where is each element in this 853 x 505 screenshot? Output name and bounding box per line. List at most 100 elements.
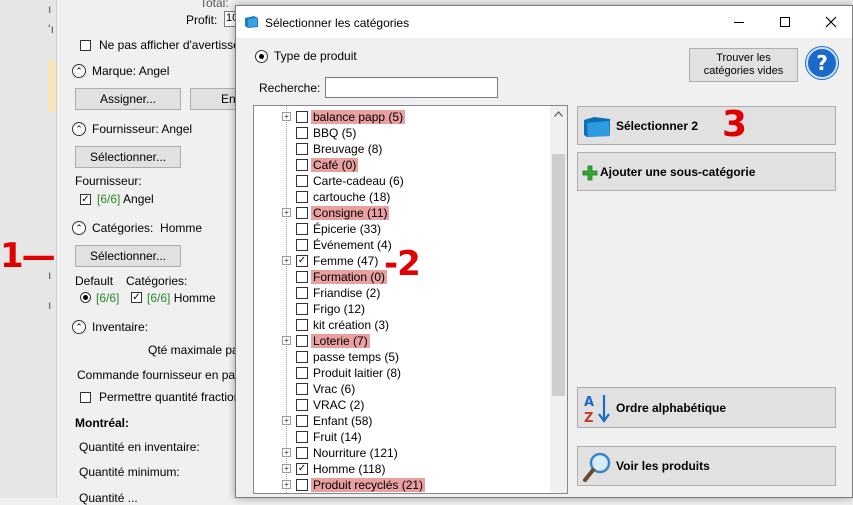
tree-item-checkbox[interactable] <box>296 207 308 219</box>
select-button[interactable]: Sélectionner 2 <box>577 106 836 145</box>
tree-item-checkbox[interactable] <box>296 303 308 315</box>
scroll-up-icon[interactable] <box>554 111 563 117</box>
tree-item-checkbox[interactable] <box>296 431 308 443</box>
annotation-1: 1— <box>0 236 56 276</box>
svg-text:Z: Z <box>584 411 593 425</box>
tree-item-label: Consigne (11) <box>311 206 390 220</box>
category-tree[interactable]: + balance papp (5) BBQ (5) Breuvage (8) Café… <box>253 105 568 494</box>
view-products-button[interactable]: Voir les produits <box>577 446 836 486</box>
category-checkbox[interactable]: ✓ <box>131 292 142 303</box>
product-type-label: Type de produit <box>274 49 357 63</box>
categories-header: Catégories: Homme <box>92 221 203 235</box>
view-products-label: Voir les produits <box>616 459 710 473</box>
tree-item[interactable]: Épicerie (33) <box>254 221 544 237</box>
magnifier-icon <box>583 452 611 482</box>
fractional-label: Permettre quantité fractionne <box>99 390 254 404</box>
help-button[interactable]: ? <box>806 47 838 79</box>
tree-item-checkbox[interactable] <box>296 271 308 283</box>
inventory-collapse-icon[interactable]: ⌃ <box>72 320 86 334</box>
assign-button[interactable]: Assigner... <box>75 88 181 110</box>
tree-item-checkbox[interactable] <box>296 223 308 235</box>
tree-scrollbar[interactable] <box>550 106 567 493</box>
partial-button[interactable]: En <box>190 88 238 110</box>
close-button[interactable] <box>808 6 853 38</box>
tree-item-checkbox[interactable] <box>296 175 308 187</box>
expand-icon[interactable]: + <box>282 112 291 121</box>
tree-item[interactable]: + balance papp (5) <box>254 109 544 125</box>
expand-icon[interactable]: + <box>282 464 291 473</box>
tree-item[interactable]: + Loterie (7) <box>254 333 544 349</box>
find-empty-categories-button[interactable]: Trouver les catégories vides <box>689 48 798 82</box>
expand-icon[interactable]: + <box>282 256 291 265</box>
tree-item[interactable]: Café (0) <box>254 157 544 173</box>
tree-item[interactable]: cartouche (18) <box>254 189 544 205</box>
tree-item-checkbox[interactable] <box>296 367 308 379</box>
tree-item-checkbox[interactable] <box>296 239 308 251</box>
select-supplier-button[interactable]: Sélectionner... <box>75 146 181 168</box>
expand-icon[interactable]: + <box>282 416 291 425</box>
add-subcategory-button[interactable]: Ajouter une sous-catégorie <box>577 152 836 191</box>
tree-item-checkbox[interactable] <box>296 127 308 139</box>
default-radio[interactable] <box>80 292 91 303</box>
min-qty-label: Quantité minimum: <box>79 465 180 479</box>
tree-item-checkbox[interactable]: ✓ <box>296 463 308 475</box>
tree-item[interactable]: Carte-cadeau (6) <box>254 173 544 189</box>
expand-icon[interactable]: + <box>282 336 291 345</box>
search-input[interactable] <box>325 77 498 98</box>
tree-item[interactable]: Breuvage (8) <box>254 141 544 157</box>
tree-item-checkbox[interactable] <box>296 447 308 459</box>
help-icon: ? <box>816 51 828 75</box>
tree-item-checkbox[interactable] <box>296 111 308 123</box>
tree-item-checkbox[interactable] <box>296 479 308 491</box>
tree-item[interactable]: Vrac (6) <box>254 381 544 397</box>
tree-item-checkbox[interactable] <box>296 143 308 155</box>
tree-item-checkbox[interactable] <box>296 335 308 347</box>
tree-item-label: balance papp (5) <box>311 110 406 124</box>
brand-collapse-icon[interactable]: ⌃ <box>72 64 86 78</box>
supplier-checkbox[interactable]: ✓ <box>80 194 91 205</box>
tree-item-checkbox[interactable] <box>296 351 308 363</box>
tree-item[interactable]: Frigo (12) <box>254 301 544 317</box>
tree-item[interactable]: Friandise (2) <box>254 285 544 301</box>
no-warning-checkbox[interactable] <box>80 40 91 51</box>
edge-fragment: ʻı <box>48 22 54 36</box>
default-label: Default <box>75 274 114 288</box>
expand-icon[interactable]: + <box>282 448 291 457</box>
tree-item-checkbox[interactable] <box>296 319 308 331</box>
tree-item[interactable]: + Produit recyclés (21) <box>254 477 544 493</box>
supplier-collapse-icon[interactable]: ⌃ <box>72 122 86 136</box>
tree-item-label: Nourriture (121) <box>313 446 398 460</box>
minimize-button[interactable] <box>716 6 762 38</box>
alphabetical-order-button[interactable]: AZ Ordre alphabétique <box>577 387 836 428</box>
tree-item-checkbox[interactable] <box>296 159 308 171</box>
find-empty-label: Trouver les catégories vides <box>703 52 784 77</box>
tree-item-checkbox[interactable] <box>296 399 308 411</box>
tree-item-checkbox[interactable] <box>296 287 308 299</box>
tree-item-label: cartouche (18) <box>313 190 391 204</box>
tree-item[interactable]: kit création (3) <box>254 317 544 333</box>
tree-item[interactable]: + Consigne (11) <box>254 205 544 221</box>
tree-item-label: Vrac (6) <box>313 382 356 396</box>
tree-item-checkbox[interactable] <box>296 191 308 203</box>
tree-item-label: Café (0) <box>311 158 359 172</box>
tree-item-label: Produit laitier (8) <box>313 366 402 380</box>
tree-item[interactable]: + Nourriture (121) <box>254 445 544 461</box>
product-type-radio[interactable] <box>255 50 268 63</box>
tree-item[interactable]: + ✓ Homme (118) <box>254 461 544 477</box>
tree-item-checkbox[interactable]: ✓ <box>296 255 308 267</box>
expand-icon[interactable]: + <box>282 480 291 489</box>
tree-item[interactable]: Fruit (14) <box>254 429 544 445</box>
tree-item[interactable]: BBQ (5) <box>254 125 544 141</box>
tree-item-checkbox[interactable] <box>296 415 308 427</box>
tree-item[interactable]: VRAC (2) <box>254 397 544 413</box>
expand-icon[interactable]: + <box>282 208 291 217</box>
tree-item-checkbox[interactable] <box>296 383 308 395</box>
tree-item[interactable]: Produit laitier (8) <box>254 365 544 381</box>
categories-collapse-icon[interactable]: ⌃ <box>72 221 86 235</box>
tree-item[interactable]: passe temps (5) <box>254 349 544 365</box>
select-categories-button[interactable]: Sélectionner... <box>75 245 181 267</box>
fractional-checkbox[interactable] <box>80 392 91 403</box>
scroll-thumb[interactable] <box>552 154 565 396</box>
maximize-button[interactable] <box>762 6 808 38</box>
tree-item[interactable]: + Enfant (58) <box>254 413 544 429</box>
